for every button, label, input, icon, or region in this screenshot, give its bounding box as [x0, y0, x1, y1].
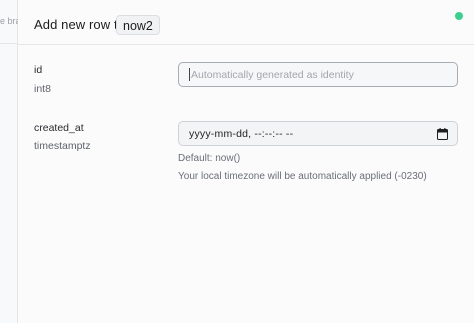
background-divider: [0, 43, 18, 44]
created-at-datetime-input[interactable]: yyyy-mm-dd, --:--:-- --: [178, 121, 458, 146]
field-type-created-at: timestamptz: [34, 140, 91, 152]
created-at-default-text: Default: now(): [178, 153, 241, 164]
id-input[interactable]: Automatically generated as identity: [178, 62, 458, 87]
page: e bra Add new row to now2 id int8 Automa…: [0, 0, 474, 323]
panel-header: Add new row to now2: [18, 0, 474, 45]
id-input-placeholder: Automatically generated as identity: [191, 68, 354, 81]
field-type-id: int8: [34, 83, 51, 95]
table-name-badge: now2: [116, 15, 160, 35]
created-at-timezone-text: Your local timezone will be automaticall…: [178, 171, 427, 182]
panel-title: Add new row to: [34, 17, 126, 32]
status-dot: [455, 12, 463, 20]
field-label-id: id: [34, 64, 43, 76]
created-at-value: yyyy-mm-dd, --:--:-- --: [189, 127, 294, 140]
background-table-strip: e bra: [0, 0, 18, 323]
add-row-panel: Add new row to now2 id int8 Automaticall…: [18, 0, 474, 323]
background-truncated-text: e bra: [0, 16, 18, 26]
field-label-created-at: created_at: [34, 122, 84, 134]
calendar-icon[interactable]: [437, 128, 448, 140]
text-caret: [189, 68, 190, 81]
